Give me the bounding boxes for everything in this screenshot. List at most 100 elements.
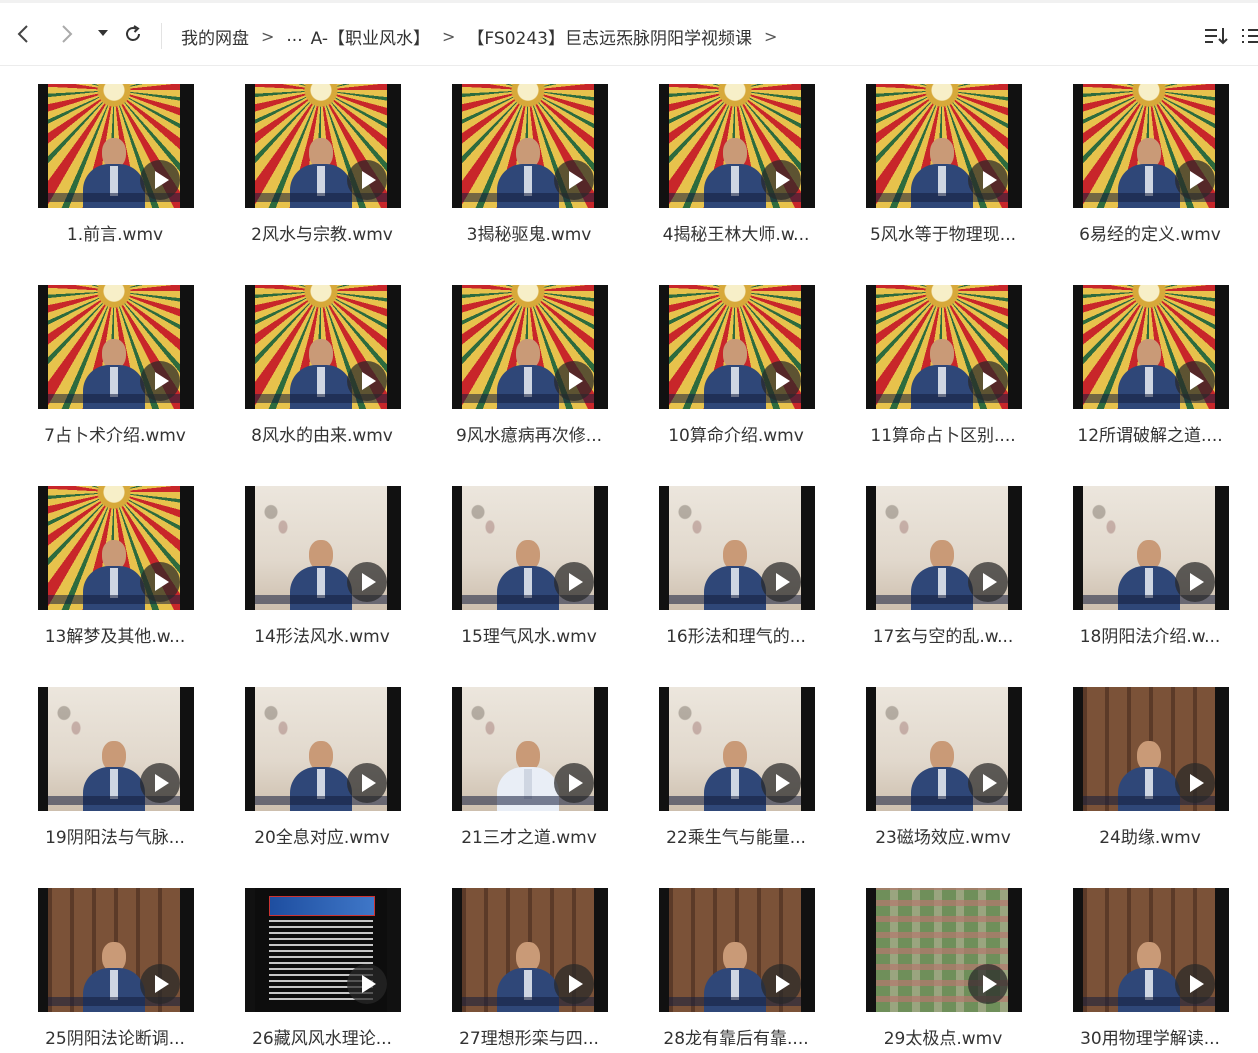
video-file-item[interactable]: 4揭秘王林大师.w... xyxy=(646,66,826,246)
video-file-item[interactable]: 3揭秘驱鬼.wmv xyxy=(439,66,619,246)
play-icon xyxy=(761,361,801,401)
play-icon xyxy=(347,964,387,1004)
video-file-item[interactable]: 5风水等于物理现... xyxy=(853,66,1033,246)
file-name: 30用物理学解读... xyxy=(1080,1029,1220,1049)
file-name: 15理气风水.wmv xyxy=(461,627,597,647)
video-file-item[interactable]: 15理气风水.wmv xyxy=(439,468,619,648)
video-thumbnail xyxy=(659,285,815,409)
breadcrumb-folder-career-fengshui[interactable]: A-【职业风水】 xyxy=(311,24,430,49)
video-file-item[interactable]: 1.前言.wmv xyxy=(25,66,205,246)
video-thumbnail xyxy=(245,486,401,610)
video-thumbnail xyxy=(1073,687,1229,811)
video-file-item[interactable]: 7占卜术介绍.wmv xyxy=(25,267,205,447)
file-name: 2风水与宗教.wmv xyxy=(251,225,393,245)
history-dropdown-button[interactable] xyxy=(92,21,114,47)
play-icon xyxy=(554,361,594,401)
video-file-item[interactable]: 26藏风风水理论... xyxy=(232,870,412,1050)
video-thumbnail xyxy=(659,84,815,208)
video-file-item[interactable]: 17玄与空的乱.w... xyxy=(853,468,1033,648)
file-name: 10算命介绍.wmv xyxy=(668,426,804,446)
video-thumbnail xyxy=(1073,888,1229,1012)
video-file-item[interactable]: 19阴阳法与气脉... xyxy=(25,669,205,849)
file-name: 23磁场效应.wmv xyxy=(875,828,1011,848)
file-name: 1.前言.wmv xyxy=(66,225,164,245)
play-icon xyxy=(761,160,801,200)
video-thumbnail xyxy=(38,285,194,409)
video-thumbnail xyxy=(452,687,608,811)
refresh-button[interactable] xyxy=(122,21,144,47)
refresh-icon xyxy=(126,25,140,41)
play-icon xyxy=(554,763,594,803)
video-file-item[interactable]: 11算命占卜区别.... xyxy=(853,267,1033,447)
video-file-item[interactable]: 24助缘.wmv xyxy=(1060,669,1240,849)
video-thumbnail xyxy=(866,888,1022,1012)
video-file-item[interactable]: 25阴阳法论断调... xyxy=(25,870,205,1050)
file-name: 3揭秘驱鬼.wmv xyxy=(466,225,592,245)
file-name: 8风水的由来.wmv xyxy=(251,426,393,446)
video-file-item[interactable]: 16形法和理气的... xyxy=(646,468,826,648)
video-thumbnail xyxy=(659,486,815,610)
video-file-item[interactable]: 12所谓破解之道.... xyxy=(1060,267,1240,447)
play-icon xyxy=(347,763,387,803)
file-name: 6易经的定义.wmv xyxy=(1079,225,1221,245)
video-file-item[interactable]: 27理想形栾与四... xyxy=(439,870,619,1050)
play-icon xyxy=(1175,160,1215,200)
chevron-left-icon xyxy=(17,25,28,43)
file-name: 7占卜术介绍.wmv xyxy=(44,426,186,446)
video-thumbnail xyxy=(38,84,194,208)
play-icon xyxy=(968,562,1008,602)
file-name: 11算命占卜区别.... xyxy=(870,426,1016,446)
video-file-item[interactable]: 29太极点.wmv xyxy=(853,870,1033,1050)
file-name: 25阴阳法论断调... xyxy=(45,1029,185,1049)
video-thumbnail xyxy=(866,84,1022,208)
view-mode-button[interactable] xyxy=(1240,23,1258,49)
video-file-item[interactable]: 21三才之道.wmv xyxy=(439,669,619,849)
video-file-item[interactable]: 9风水癔病再次修... xyxy=(439,267,619,447)
video-thumbnail xyxy=(245,285,401,409)
video-file-item[interactable]: 10算命介绍.wmv xyxy=(646,267,826,447)
play-icon xyxy=(968,160,1008,200)
video-file-item[interactable]: 14形法风水.wmv xyxy=(232,468,412,648)
play-icon xyxy=(554,562,594,602)
video-thumbnail xyxy=(245,888,401,1012)
play-icon xyxy=(140,763,180,803)
video-thumbnail xyxy=(452,486,608,610)
file-name: 28龙有靠后有靠.... xyxy=(663,1029,809,1049)
play-icon xyxy=(968,361,1008,401)
back-button[interactable] xyxy=(12,21,34,47)
video-file-item[interactable]: 18阴阳法介绍.w... xyxy=(1060,468,1240,648)
play-icon xyxy=(554,964,594,1004)
video-file-item[interactable]: 28龙有靠后有靠.... xyxy=(646,870,826,1050)
video-file-item[interactable]: 2风水与宗教.wmv xyxy=(232,66,412,246)
file-name: 20全息对应.wmv xyxy=(254,828,390,848)
slide-title-banner xyxy=(269,896,375,916)
video-thumbnail xyxy=(1073,486,1229,610)
sort-button[interactable] xyxy=(1202,23,1232,49)
video-file-item[interactable]: 22乘生气与能量... xyxy=(646,669,826,849)
video-thumbnail xyxy=(659,888,815,1012)
file-name: 26藏风风水理论... xyxy=(252,1029,392,1049)
video-file-item[interactable]: 30用物理学解读... xyxy=(1060,870,1240,1050)
video-file-item[interactable]: 8风水的由来.wmv xyxy=(232,267,412,447)
video-file-item[interactable]: 20全息对应.wmv xyxy=(232,669,412,849)
forward-button[interactable] xyxy=(56,21,78,47)
file-grid: 1.前言.wmv 2风水与宗教.wmv 3揭秘驱鬼.wmv 4揭秘王林大师.w... 5… xyxy=(0,66,1258,1053)
file-name: 9风水癔病再次修... xyxy=(455,426,603,446)
video-file-item[interactable]: 6易经的定义.wmv xyxy=(1060,66,1240,246)
file-name: 24助缘.wmv xyxy=(1099,828,1201,848)
breadcrumb-ellipsis[interactable]: ... xyxy=(286,26,302,46)
file-name: 4揭秘王林大师.w... xyxy=(662,225,810,245)
toolbar: 我的网盘 > ... A-【职业风水】 > 【FS0243】巨志远炁脉阴阳学视频… xyxy=(0,0,1258,66)
file-name: 5风水等于物理现... xyxy=(869,225,1017,245)
toolbar-divider xyxy=(161,23,162,49)
video-thumbnail xyxy=(245,84,401,208)
file-name: 17玄与空的乱.w... xyxy=(872,627,1014,647)
video-file-item[interactable]: 13解梦及其他.w... xyxy=(25,468,205,648)
file-name: 18阴阳法介绍.w... xyxy=(1079,627,1221,647)
video-file-item[interactable]: 23磁场效应.wmv xyxy=(853,669,1033,849)
breadcrumb-folder-course[interactable]: 【FS0243】巨志远炁脉阴阳学视频课 xyxy=(467,24,752,49)
play-icon xyxy=(761,562,801,602)
breadcrumb-root[interactable]: 我的网盘 xyxy=(181,24,249,49)
breadcrumb-separator[interactable]: > xyxy=(764,27,777,46)
video-thumbnail xyxy=(659,687,815,811)
